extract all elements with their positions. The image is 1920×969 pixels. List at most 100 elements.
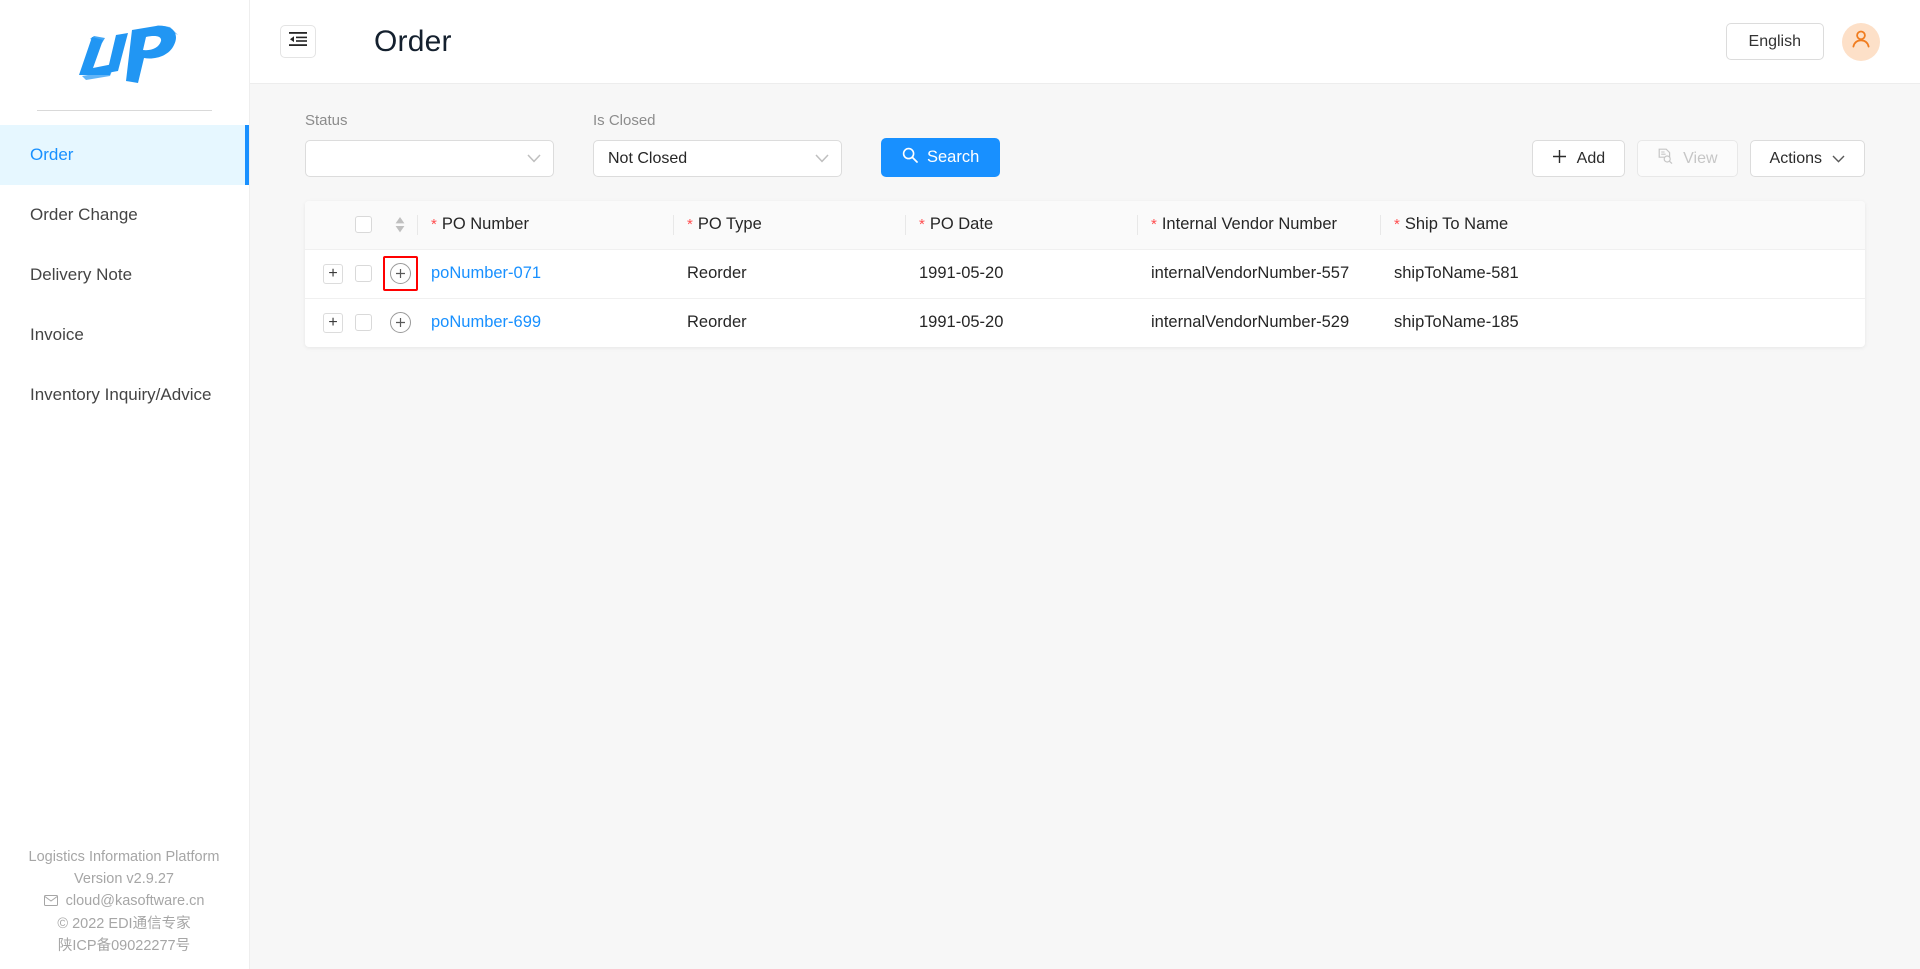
cell-internal-vendor-number: internalVendorNumber-557	[1137, 248, 1380, 298]
sidebar-footer: Logistics Information Platform Version v…	[0, 846, 248, 957]
plus-icon	[1552, 149, 1567, 169]
top-bar: Order English	[250, 0, 1920, 84]
chevron-down-icon	[527, 154, 541, 163]
footer-version: Version v2.9.27	[74, 871, 174, 887]
cell-po-number: poNumber-699	[417, 297, 673, 347]
th-po-type[interactable]: * PO Type	[673, 201, 905, 249]
sidebar-item-label: Order Change	[30, 205, 138, 224]
footer-email-line: cloud@kasoftware.cn	[0, 890, 248, 913]
row-add-cell	[383, 297, 417, 347]
cell-internal-vendor-number: internalVendorNumber-529	[1137, 297, 1380, 347]
cell-po-date: 1991-05-20	[905, 297, 1137, 347]
page-title: Order	[374, 24, 452, 58]
select-all-checkbox[interactable]	[354, 216, 372, 234]
mail-icon	[43, 891, 58, 913]
expand-row-button[interactable]: +	[323, 312, 343, 333]
language-button[interactable]: English	[1725, 23, 1824, 60]
required-marker: *	[1151, 216, 1157, 234]
sidebar-item-label: Order	[30, 145, 74, 164]
th-internal-vendor-number[interactable]: * Internal Vendor Number	[1137, 201, 1380, 249]
sidebar-item-order[interactable]: Order	[0, 125, 249, 185]
sidebar-collapse-button[interactable]	[280, 25, 316, 58]
th-po-type-label: PO Type	[697, 215, 762, 234]
lip-logo-icon	[78, 25, 178, 83]
actions-button-label: Actions	[1769, 149, 1822, 167]
logo	[0, 0, 249, 110]
th-ship-to-name[interactable]: * Ship To Name	[1380, 201, 1865, 249]
th-internal-vendor-number-label: Internal Vendor Number	[1161, 215, 1338, 234]
sidebar-item-label: Invoice	[30, 325, 84, 344]
th-po-number[interactable]: * PO Number	[417, 201, 673, 249]
th-po-date[interactable]: * PO Date	[905, 201, 1137, 249]
table-head: * PO Number * PO Type * PO Date * Internal V…	[305, 201, 1865, 249]
search-button-label: Search	[927, 148, 980, 166]
required-marker: *	[1394, 216, 1400, 234]
filter-bar: Status Is Closed Not Closed Search Add V…	[305, 84, 1865, 177]
cell-po-number: poNumber-071	[417, 248, 673, 298]
th-sorter	[383, 201, 417, 249]
circle-plus-icon[interactable]	[390, 263, 411, 284]
menu-fold-icon	[289, 32, 307, 51]
row-checkbox[interactable]	[354, 265, 372, 283]
po-number-link[interactable]: poNumber-071	[431, 264, 541, 282]
row-add-cell	[383, 248, 418, 298]
toolbar-actions: Add View Actions	[1531, 140, 1865, 177]
footer-platform: Logistics Information Platform	[28, 849, 220, 865]
is-closed-select[interactable]: Not Closed	[593, 140, 842, 177]
required-marker: *	[687, 216, 693, 234]
view-button[interactable]: View	[1637, 140, 1738, 177]
order-table: * PO Number * PO Type * PO Date * Internal V…	[305, 201, 1865, 347]
th-expand	[305, 201, 343, 249]
chevron-down-icon	[1832, 150, 1845, 168]
cell-po-date: 1991-05-20	[905, 248, 1137, 298]
status-label: Status	[305, 112, 348, 129]
sort-arrows-icon[interactable]	[395, 216, 405, 233]
is-closed-label: Is Closed	[593, 112, 656, 129]
row-select-cell	[343, 297, 383, 347]
sidebar-nav: Order Order Change Delivery Note Invoice…	[0, 125, 249, 425]
table-row: + poNumber-699 Reorder 1991-05-20 intern…	[305, 297, 1865, 347]
cell-ship-to-name: shipToName-581	[1380, 248, 1865, 298]
table-row: + poNumber-071 Reorder 1991-05-20 intern…	[305, 248, 1865, 298]
footer-email[interactable]: cloud@kasoftware.cn	[66, 893, 205, 909]
add-button[interactable]: Add	[1531, 140, 1626, 177]
status-field: Status	[305, 112, 554, 177]
is-closed-field: Is Closed Not Closed	[593, 112, 842, 177]
footer-icp[interactable]: 陕ICP备09022277号	[0, 935, 248, 957]
status-select[interactable]	[305, 140, 554, 177]
expand-row-button[interactable]: +	[323, 263, 343, 284]
search-button[interactable]: Search	[881, 138, 1001, 177]
sidebar-item-order-change[interactable]: Order Change	[0, 185, 249, 245]
required-marker: *	[919, 216, 925, 234]
actions-button[interactable]: Actions	[1749, 140, 1865, 177]
cell-ship-to-name: shipToName-185	[1380, 297, 1865, 347]
chevron-down-icon	[815, 154, 829, 163]
cell-po-type: Reorder	[673, 297, 905, 347]
footer-copyright: © 2022 EDI通信专家	[57, 916, 191, 932]
th-po-number-label: PO Number	[441, 215, 529, 234]
highlight-box	[383, 256, 418, 291]
sidebar-item-inventory-inquiry-advice[interactable]: Inventory Inquiry/Advice	[0, 365, 249, 425]
table-header-row: * PO Number * PO Type * PO Date * Internal V…	[305, 201, 1865, 249]
row-checkbox[interactable]	[354, 314, 372, 332]
avatar[interactable]	[1842, 22, 1880, 61]
sidebar-item-invoice[interactable]: Invoice	[0, 305, 249, 365]
is-closed-value: Not Closed	[608, 149, 688, 167]
required-marker: *	[431, 216, 437, 234]
user-icon	[1850, 28, 1872, 55]
order-table-card: * PO Number * PO Type * PO Date * Internal V…	[305, 201, 1865, 347]
th-po-date-label: PO Date	[929, 215, 994, 234]
sidebar-item-label: Inventory Inquiry/Advice	[30, 385, 212, 404]
sidebar: Order Order Change Delivery Note Invoice…	[0, 0, 250, 969]
circle-plus-icon[interactable]	[389, 311, 411, 333]
row-select-cell	[343, 248, 383, 298]
file-search-icon	[1657, 148, 1673, 169]
th-ship-to-name-label: Ship To Name	[1404, 215, 1509, 234]
sidebar-item-delivery-note[interactable]: Delivery Note	[0, 245, 249, 305]
sidebar-item-label: Delivery Note	[30, 265, 133, 284]
search-icon	[902, 147, 918, 168]
view-button-label: View	[1683, 149, 1718, 167]
po-number-link[interactable]: poNumber-699	[431, 313, 541, 331]
add-button-label: Add	[1576, 149, 1606, 167]
table-body: + poNumber-071 Reorder 1991-05-20 intern…	[305, 248, 1865, 347]
